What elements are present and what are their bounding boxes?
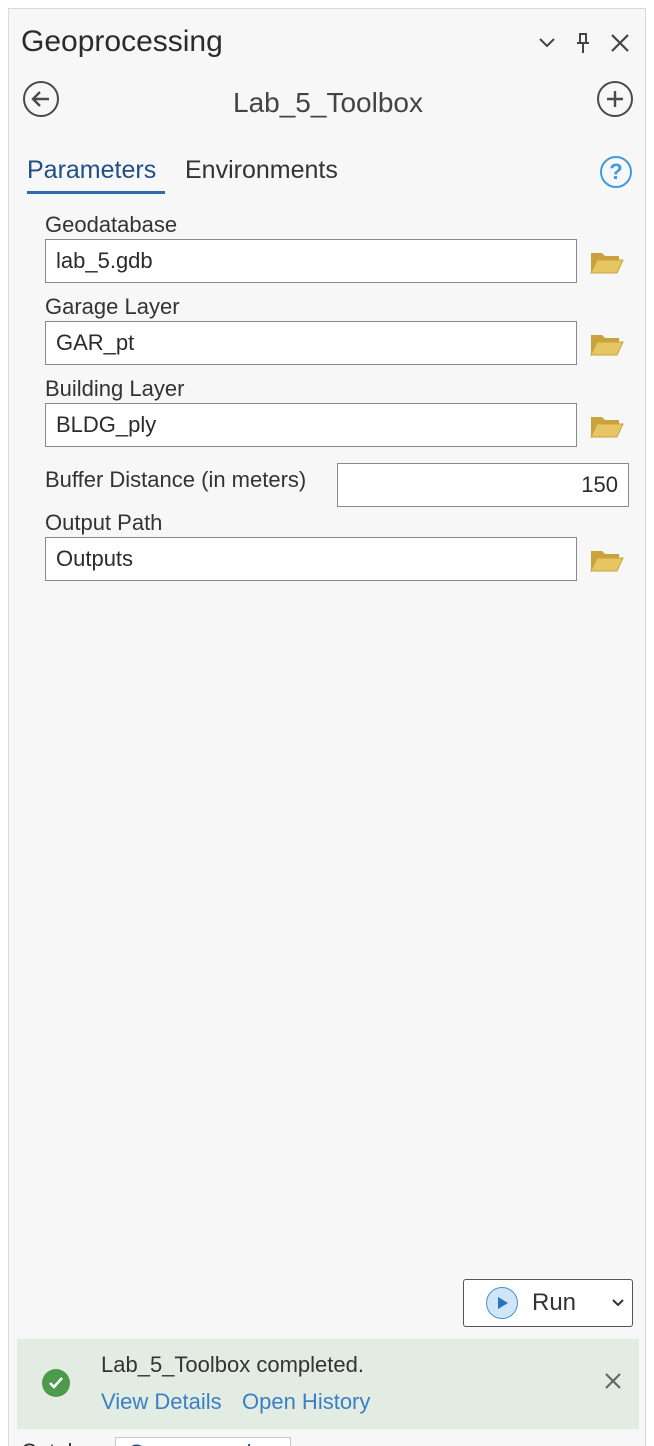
play-icon <box>486 1287 518 1319</box>
run-button[interactable]: Run <box>463 1279 633 1327</box>
output-path-input[interactable]: Outputs <box>45 537 577 581</box>
tool-title: Lab_5_Toolbox <box>233 87 423 118</box>
open-history-link[interactable]: Open History <box>242 1389 370 1415</box>
status-message-bar: Lab_5_Toolbox completed. View Details Op… <box>17 1339 639 1429</box>
close-icon[interactable] <box>607 29 633 57</box>
add-icon[interactable] <box>597 81 633 117</box>
geodatabase-input[interactable]: lab_5.gdb <box>45 239 577 283</box>
building-layer-label: Building Layer <box>45 376 185 401</box>
garage-layer-input[interactable]: GAR_pt <box>45 321 577 365</box>
tab-catalog[interactable]: Catalog <box>19 1437 109 1446</box>
garage-layer-label: Garage Layer <box>45 294 180 319</box>
pane-title: Geoprocessing <box>21 25 223 58</box>
tab-parameters[interactable]: Parameters <box>27 156 156 185</box>
chevron-down-icon[interactable] <box>534 29 560 57</box>
folder-icon[interactable] <box>589 545 625 575</box>
view-details-link[interactable]: View Details <box>101 1389 222 1415</box>
close-icon[interactable] <box>603 1371 623 1396</box>
run-label: Run <box>532 1289 577 1316</box>
folder-icon[interactable] <box>589 247 625 277</box>
status-message: Lab_5_Toolbox completed. <box>101 1352 364 1377</box>
folder-icon[interactable] <box>589 411 625 441</box>
check-icon <box>42 1369 70 1397</box>
tab-environments[interactable]: Environments <box>185 156 338 185</box>
folder-icon[interactable] <box>589 329 625 359</box>
geoprocessing-pane: Geoprocessing Lab_5_Toolbox Parameters E… <box>8 8 646 1446</box>
geodatabase-label: Geodatabase <box>45 212 178 237</box>
buffer-distance-input[interactable]: 150 <box>337 463 629 507</box>
buffer-distance-label: Buffer Distance (in meters) <box>45 467 307 492</box>
chevron-down-icon[interactable] <box>612 1294 624 1312</box>
help-icon[interactable]: ? <box>600 156 632 188</box>
building-layer-input[interactable]: BLDG_ply <box>45 403 577 447</box>
pin-icon[interactable] <box>570 29 596 57</box>
active-tab-indicator <box>27 191 165 194</box>
output-path-label: Output Path <box>45 510 163 535</box>
tab-geoprocessing[interactable]: Geoprocessing <box>115 1437 291 1446</box>
